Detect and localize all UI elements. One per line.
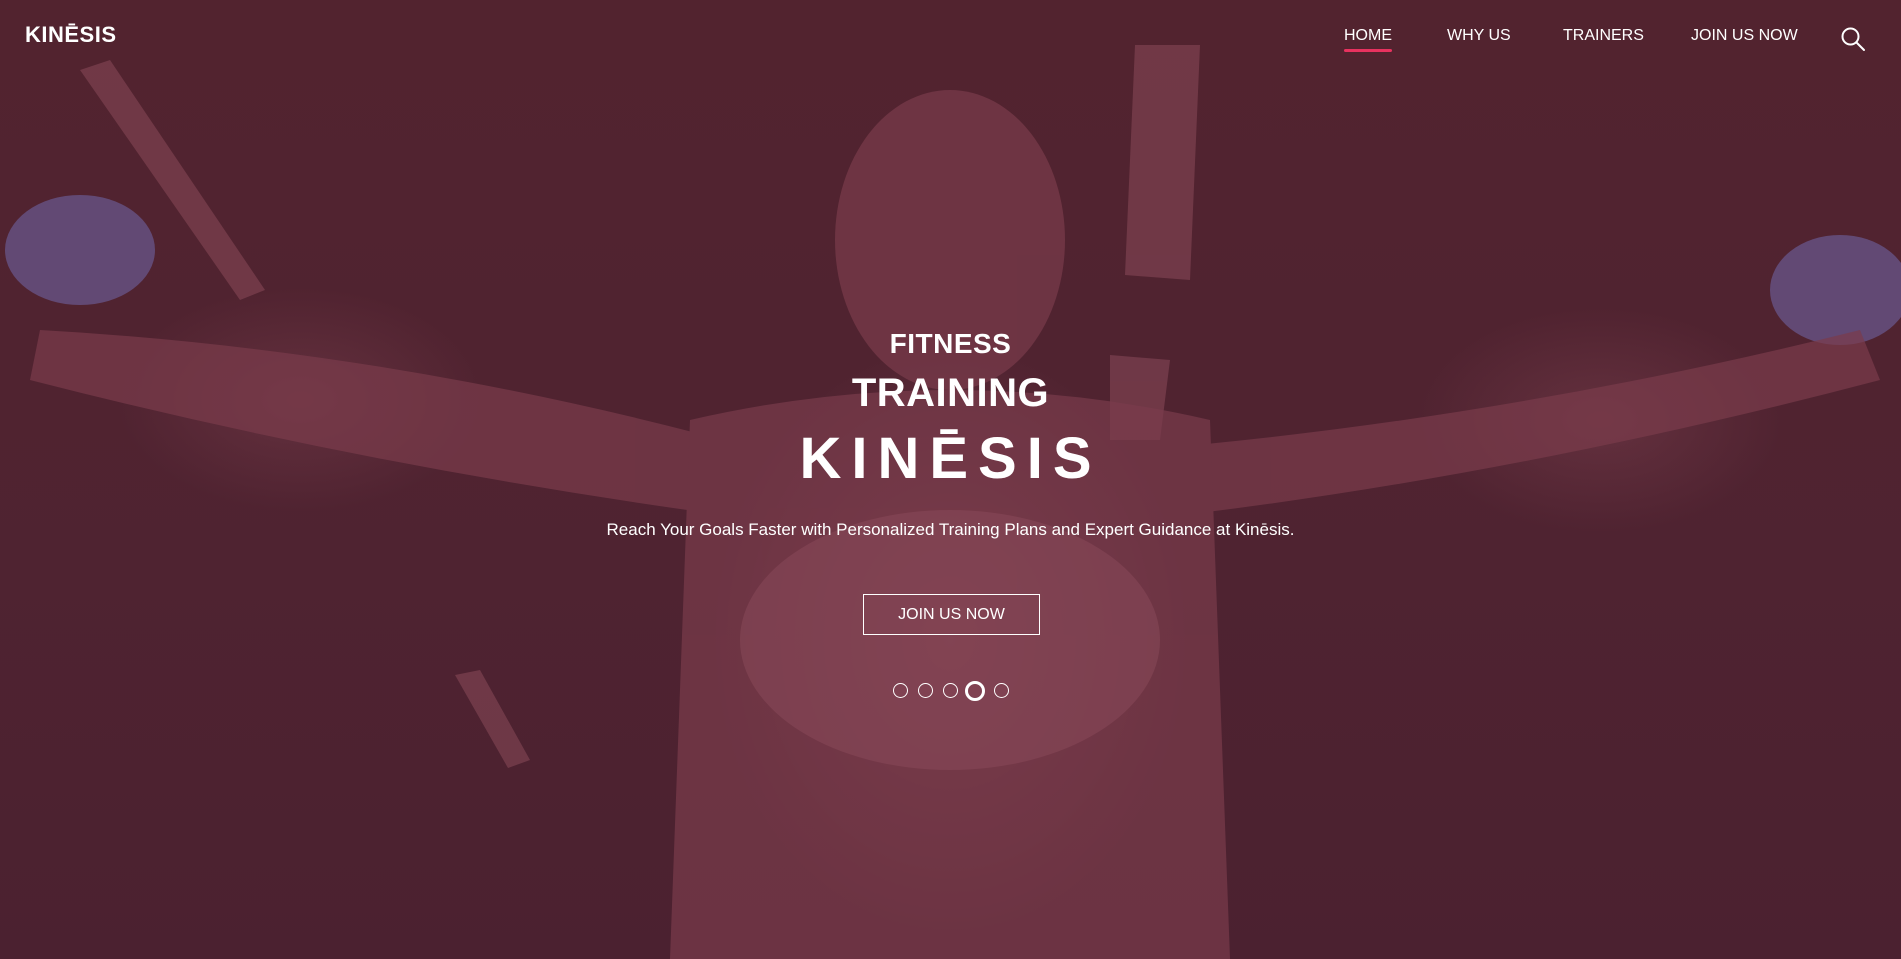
hero-headline: TRAINING bbox=[851, 371, 1050, 415]
slider-dots bbox=[0, 681, 1901, 703]
join-us-now-button[interactable]: JOIN US NOW bbox=[863, 594, 1040, 635]
slider-dot-1[interactable] bbox=[893, 683, 908, 698]
slider-dot-3[interactable] bbox=[943, 683, 958, 698]
search-icon bbox=[1841, 27, 1865, 51]
slider-dot-2[interactable] bbox=[918, 683, 933, 698]
hero-section: KINĒSIS HOME WHY US TRAINERS JOIN US NOW… bbox=[0, 0, 1901, 959]
nav-join-us-now[interactable]: JOIN US NOW bbox=[1691, 25, 1798, 47]
nav-home[interactable]: HOME bbox=[1344, 25, 1392, 52]
slider-dot-4[interactable] bbox=[965, 681, 985, 701]
site-logo[interactable]: KINĒSIS bbox=[25, 22, 117, 48]
nav-why-us[interactable]: WHY US bbox=[1447, 25, 1511, 47]
search-button[interactable] bbox=[1840, 26, 1866, 52]
hero-brand-name: KINĒSIS bbox=[799, 426, 1102, 491]
slider-dot-5[interactable] bbox=[994, 683, 1009, 698]
hero-tagline: Reach Your Goals Faster with Personalize… bbox=[606, 520, 1295, 539]
nav-trainers[interactable]: TRAINERS bbox=[1563, 25, 1644, 47]
hero-eyebrow: FITNESS bbox=[889, 328, 1012, 359]
